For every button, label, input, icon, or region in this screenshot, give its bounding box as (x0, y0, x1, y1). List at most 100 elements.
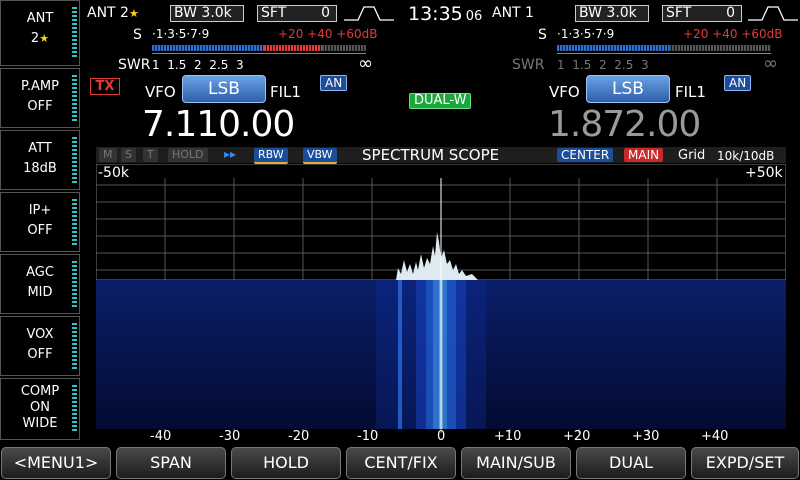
sub-filter-label[interactable]: FIL1 (675, 83, 706, 101)
scope-grid-label: Grid (678, 148, 706, 163)
main-s-plus-scale: +20 +40 +60dB (278, 27, 378, 41)
sub-sft-label: SFT (666, 5, 692, 21)
menu1-button[interactable]: <MENU1> (1, 447, 111, 479)
ip-label: IP+ (28, 203, 52, 218)
tick-label: +10 (494, 429, 522, 444)
vox-value: OFF (27, 347, 53, 362)
star-icon: ★ (128, 7, 139, 20)
sub-frequency[interactable]: 1.872.00 (548, 104, 701, 145)
scope-vbw-badge[interactable]: VBW (303, 148, 337, 164)
sub-bw-label: BW (579, 5, 602, 21)
ant-value: 2 (30, 31, 40, 46)
ip-value: OFF (27, 223, 53, 238)
main-mode-button[interactable]: LSB (182, 75, 266, 103)
vox-label: VOX (26, 327, 54, 342)
main-swr-infinity: ∞ (358, 53, 373, 74)
sub-sft-value: 0 (726, 5, 735, 21)
scope-range-label: 10k/10dB (717, 149, 775, 163)
scope-play-icon: ▸▸ (224, 147, 237, 161)
main-sft-label: SFT (261, 5, 287, 21)
main-bw-label: BW (174, 5, 197, 21)
sub-s-label: S (538, 27, 547, 43)
scope-s-badge: S (121, 148, 136, 162)
sub-ant-label: ANT 1 (492, 5, 534, 21)
star-icon: ★ (39, 32, 50, 45)
main-s-meter-bar-empty (322, 45, 366, 51)
tick-label: +40 (701, 429, 729, 444)
sub-mode-button[interactable]: LSB (586, 75, 670, 103)
tx-indicator: TX (90, 78, 120, 95)
level-bar-icon (72, 75, 77, 121)
level-bar-icon (72, 7, 77, 59)
pamp-label: P.AMP (21, 79, 59, 94)
scope-left-span: -50k (98, 165, 129, 181)
main-bw-value: 3.0k (201, 5, 232, 21)
sub-s-scale: ·1·3·5·7·9 (557, 27, 615, 41)
agc-label: AGC (26, 265, 54, 280)
tick-label: -20 (288, 429, 310, 444)
scope-title: SPECTRUM SCOPE (362, 146, 500, 164)
hold-button[interactable]: HOLD (231, 447, 341, 479)
spectrum-scope[interactable] (96, 164, 786, 446)
ip-button[interactable]: IP+ OFF (0, 192, 80, 252)
att-value: 18dB (23, 161, 57, 176)
main-bw-box[interactable]: BW 3.0k (170, 5, 244, 22)
scope-hold-badge: HOLD (168, 148, 208, 162)
comp-width: WIDE (22, 416, 58, 431)
scope-main-badge[interactable]: MAIN (624, 148, 664, 162)
sub-s-meter-bar (557, 45, 669, 51)
main-filter-label[interactable]: FIL1 (270, 83, 301, 101)
att-button[interactable]: ATT 18dB (0, 130, 80, 190)
vox-button[interactable]: VOX OFF (0, 316, 80, 376)
main-s-label: S (133, 27, 142, 43)
tick-label: 0 (437, 429, 446, 444)
sub-sft-box[interactable]: SFT 0 (662, 5, 742, 22)
clock-hm: 13:35 (408, 3, 463, 25)
scope-t-badge: T (143, 148, 158, 162)
scope-rbw-badge[interactable]: RBW (254, 148, 288, 164)
att-label: ATT (28, 141, 52, 156)
clock-seconds: 06 (465, 9, 483, 24)
clock: 13:35 06 (408, 3, 482, 25)
main-an-badge: AN (320, 75, 348, 91)
dual-button[interactable]: DUAL (576, 447, 686, 479)
main-s-meter-bar (152, 45, 264, 51)
dual-watch-badge: DUAL-W (409, 93, 472, 109)
comp-label: COMP (20, 384, 60, 399)
main-swr-scale: 1 1.5 2 2.5 3 (152, 58, 244, 72)
level-bar-icon (72, 199, 77, 245)
level-bar-icon (72, 137, 77, 183)
scope-center-badge[interactable]: CENTER (557, 148, 614, 162)
pamp-value: OFF (27, 99, 53, 114)
main-sft-value: 0 (321, 5, 330, 21)
cent-fix-button[interactable]: CENT/FIX (346, 447, 456, 479)
ant-button[interactable]: ANT 2★ (0, 0, 80, 66)
main-sft-box[interactable]: SFT 0 (257, 5, 337, 22)
main-ant-text: ANT 2 (87, 5, 129, 21)
main-frequency[interactable]: 7.110.00 (142, 104, 295, 145)
main-meter-divider (152, 53, 366, 54)
agc-value: MID (27, 285, 53, 300)
span-button[interactable]: SPAN (116, 447, 226, 479)
pamp-button[interactable]: P.AMP OFF (0, 68, 80, 128)
sub-s-plus-scale: +20 +40 +60dB (683, 27, 783, 41)
level-bar-icon (72, 261, 77, 307)
main-vfo-label: VFO (145, 83, 176, 101)
sub-swr-label: SWR (512, 57, 545, 73)
tick-label: -40 (150, 429, 172, 444)
sub-meter-divider (557, 53, 771, 54)
main-sub-button[interactable]: MAIN/SUB (461, 447, 571, 479)
main-s-scale: ·1·3·5·7·9 (152, 27, 210, 41)
sub-bw-box[interactable]: BW 3.0k (575, 5, 649, 22)
expd-set-button[interactable]: EXPD/SET (691, 447, 799, 479)
sub-an-badge: AN (724, 75, 752, 91)
tick-label: +30 (632, 429, 660, 444)
comp-button[interactable]: COMP ON WIDE (0, 378, 80, 440)
main-ant-label: ANT 2★ (87, 5, 139, 21)
sub-swr-scale: 1 1.5 2 2.5 3 (557, 58, 649, 72)
agc-button[interactable]: AGC MID (0, 254, 80, 314)
ant-label: ANT (26, 11, 54, 26)
main-swr-label: SWR (118, 57, 151, 73)
tick-label: -30 (219, 429, 241, 444)
main-filter-shape-icon (344, 6, 394, 21)
